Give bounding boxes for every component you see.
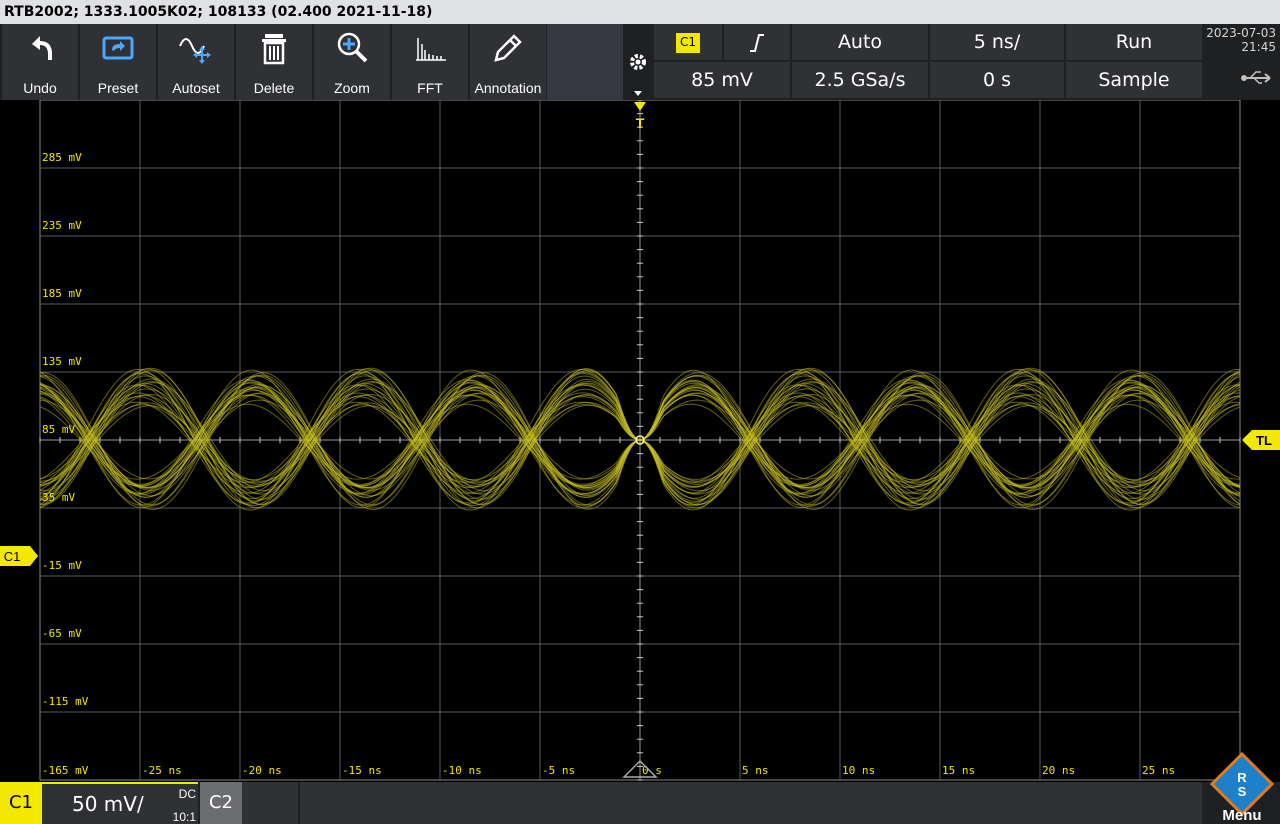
toolbar-empty-slot xyxy=(547,24,623,100)
delete-button[interactable]: Delete xyxy=(236,24,312,100)
gear-icon xyxy=(630,54,646,96)
run-state[interactable]: Run xyxy=(1066,24,1202,60)
title-bar: RTB2002; 1333.1005K02; 108133 (02.400 20… xyxy=(0,0,1280,24)
zoom-icon xyxy=(337,32,368,63)
trigger-source[interactable]: C1 xyxy=(654,24,722,60)
x-tick-label: 15 ns xyxy=(942,764,975,777)
y-tick-label: 285 mV xyxy=(42,151,82,164)
x-tick-label: -25 ns xyxy=(142,764,182,777)
x-tick-label: 10 ns xyxy=(842,764,875,777)
channel-1-probe: 10:1 xyxy=(172,810,196,824)
trigger-level[interactable]: 85 mV xyxy=(654,62,790,98)
fft-icon xyxy=(416,38,446,61)
trigger-position-marker[interactable] xyxy=(634,102,646,111)
usb-icon xyxy=(1241,71,1271,84)
channel-1-settings[interactable]: 50 mV/ DC 10:1 xyxy=(42,782,198,824)
delete-icon xyxy=(262,34,286,65)
timebase-scale[interactable]: 5 ns/ xyxy=(930,24,1064,60)
menu-label: Menu xyxy=(1222,807,1262,824)
undo-label: Undo xyxy=(23,80,57,96)
time-position[interactable]: 0 s xyxy=(930,62,1064,98)
channel-2-name: C2 xyxy=(208,792,234,813)
y-tick-label: -65 mV xyxy=(42,627,82,640)
preset-button[interactable]: Preset xyxy=(80,24,156,100)
fft-label: FFT xyxy=(417,80,443,96)
title-text: RTB2002; 1333.1005K02; 108133 (02.400 20… xyxy=(4,4,433,20)
x-tick-label: -15 ns xyxy=(342,764,382,777)
channel-offset-label: C1 xyxy=(4,549,21,564)
annotation-icon xyxy=(494,34,522,62)
sample-rate[interactable]: 2.5 GSa/s xyxy=(792,62,928,98)
fft-button[interactable]: FFT xyxy=(392,24,468,100)
annotation-button[interactable]: Annotation xyxy=(470,24,546,100)
delete-label: Delete xyxy=(253,80,295,96)
channel-1-tab[interactable]: C1 xyxy=(0,782,42,824)
menu-button[interactable]: R S Menu xyxy=(1204,751,1280,824)
channel-1-name: C1 xyxy=(8,792,34,813)
time: 21:45 xyxy=(1241,40,1276,54)
channel-2-settings[interactable] xyxy=(242,782,298,824)
annotation-label: Annotation xyxy=(474,80,542,96)
y-tick-label: 135 mV xyxy=(42,355,82,368)
date: 2023-07-03 xyxy=(1206,26,1276,40)
waveform-plot[interactable]: 285 mV 235 mV 185 mV 135 mV 85 mV 35 mV -15 mV… xyxy=(0,99,1280,782)
zoom-label: Zoom xyxy=(334,80,370,96)
channel-1-scale: 50 mV/ xyxy=(72,792,144,816)
y-tick-label: 35 mV xyxy=(42,491,75,504)
y-tick-label: 235 mV xyxy=(42,219,82,232)
trigger-level-label: TL xyxy=(1256,433,1272,448)
autoset-button[interactable]: Autoset xyxy=(158,24,234,100)
autoset-label: Autoset xyxy=(172,80,220,96)
channel-bar: C1 50 mV/ DC 10:1 C2 R S Menu xyxy=(0,751,1280,824)
rising-edge-icon xyxy=(750,33,764,52)
datetime: 2023-07-03 21:45 xyxy=(1204,26,1276,54)
trigger-marker-label: T xyxy=(636,115,645,131)
y-tick-label: -165 mV xyxy=(42,764,89,777)
y-tick-label: -15 mV xyxy=(42,559,82,572)
x-tick-label: 25 ns xyxy=(1142,764,1175,777)
rohde-schwarz-logo: R S xyxy=(1209,751,1275,817)
channel-2-tab[interactable]: C2 xyxy=(200,782,242,824)
trigger-slope[interactable] xyxy=(724,24,790,60)
y-tick-label: -115 mV xyxy=(42,695,89,708)
preset-label: Preset xyxy=(97,80,139,96)
zoom-button[interactable]: Zoom xyxy=(314,24,390,100)
undo-icon xyxy=(32,36,52,60)
trigger-mode[interactable]: Auto xyxy=(792,24,928,60)
svg-text:S: S xyxy=(1238,784,1247,799)
x-tick-label: 5 ns xyxy=(742,764,769,777)
x-tick-label: 20 ns xyxy=(1042,764,1075,777)
trigger-source-badge: C1 xyxy=(676,32,700,53)
autoset-icon xyxy=(179,38,211,64)
y-tick-label: 185 mV xyxy=(42,287,82,300)
channel-1-coupling: DC xyxy=(178,787,196,801)
acquisition-mode[interactable]: Sample xyxy=(1066,62,1202,98)
settings-button[interactable] xyxy=(624,24,652,100)
x-tick-label: -10 ns xyxy=(442,764,482,777)
x-tick-label: -20 ns xyxy=(242,764,282,777)
x-tick-label: -5 ns xyxy=(542,764,575,777)
preset-icon xyxy=(102,36,134,60)
x-axis-labels: -25 ns -20 ns -15 ns -10 ns -5 ns 0 s5 ns 10 n… xyxy=(142,764,1175,777)
status-area xyxy=(300,782,1202,824)
undo-button[interactable]: Undo xyxy=(2,24,78,100)
y-tick-label: 85 mV xyxy=(42,423,75,436)
svg-text:R: R xyxy=(1237,770,1247,785)
waveform-display[interactable]: 285 mV 235 mV 185 mV 135 mV 85 mV 35 mV -15 mV… xyxy=(0,99,1280,782)
